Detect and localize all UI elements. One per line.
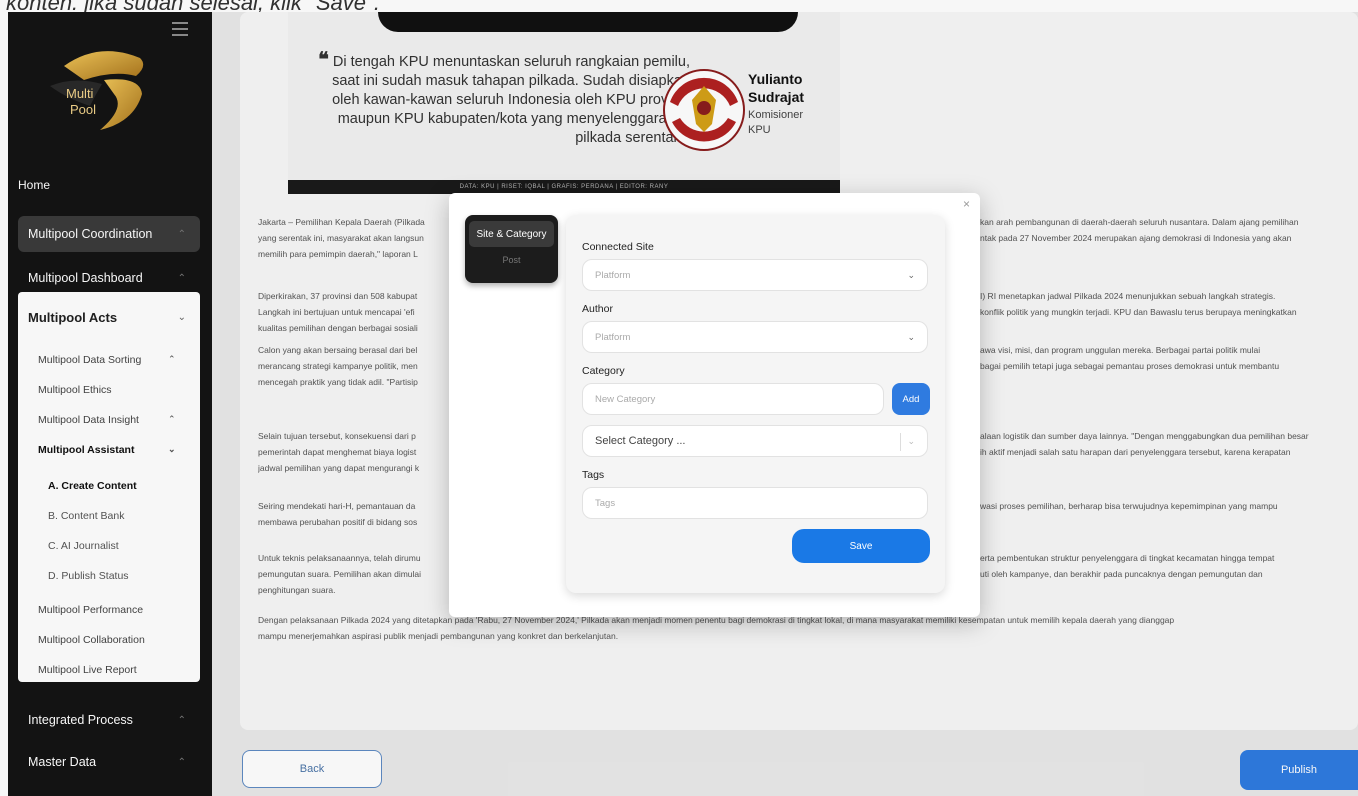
save-button[interactable]: Save (792, 529, 930, 563)
connected-site-select[interactable]: Platform ⌄ (582, 259, 928, 291)
select-category-dropdown[interactable]: Select Category ... ⌄ (582, 425, 928, 457)
select-placeholder: Platform (595, 331, 631, 343)
select-placeholder: Select Category ... (595, 435, 686, 447)
add-category-button[interactable]: Add (892, 383, 930, 415)
chevron-down-icon: ⌄ (907, 435, 915, 446)
author-label: Author (582, 303, 613, 315)
connected-site-label: Connected Site (582, 241, 654, 253)
tags-label: Tags (582, 469, 605, 481)
chevron-down-icon: ⌄ (907, 269, 915, 280)
category-label: Category (582, 365, 625, 377)
select-placeholder: Platform (595, 269, 631, 281)
divider (900, 433, 901, 451)
modal-tab-list: Site & Category Post (465, 215, 558, 283)
chevron-down-icon: ⌄ (907, 331, 915, 342)
author-select[interactable]: Platform ⌄ (582, 321, 928, 353)
tab-site-category[interactable]: Site & Category (469, 221, 554, 247)
new-category-input[interactable]: New Category (582, 383, 884, 415)
site-category-form: Connected Site Platform ⌄ Author Platfor… (566, 215, 945, 593)
tags-input[interactable]: Tags (582, 487, 928, 519)
close-icon[interactable]: × (963, 197, 970, 211)
site-category-modal: × Site & Category Post Connected Site Pl… (449, 193, 980, 617)
input-placeholder: Tags (595, 497, 616, 509)
tab-post[interactable]: Post (465, 255, 558, 265)
input-placeholder: New Category (595, 393, 656, 405)
